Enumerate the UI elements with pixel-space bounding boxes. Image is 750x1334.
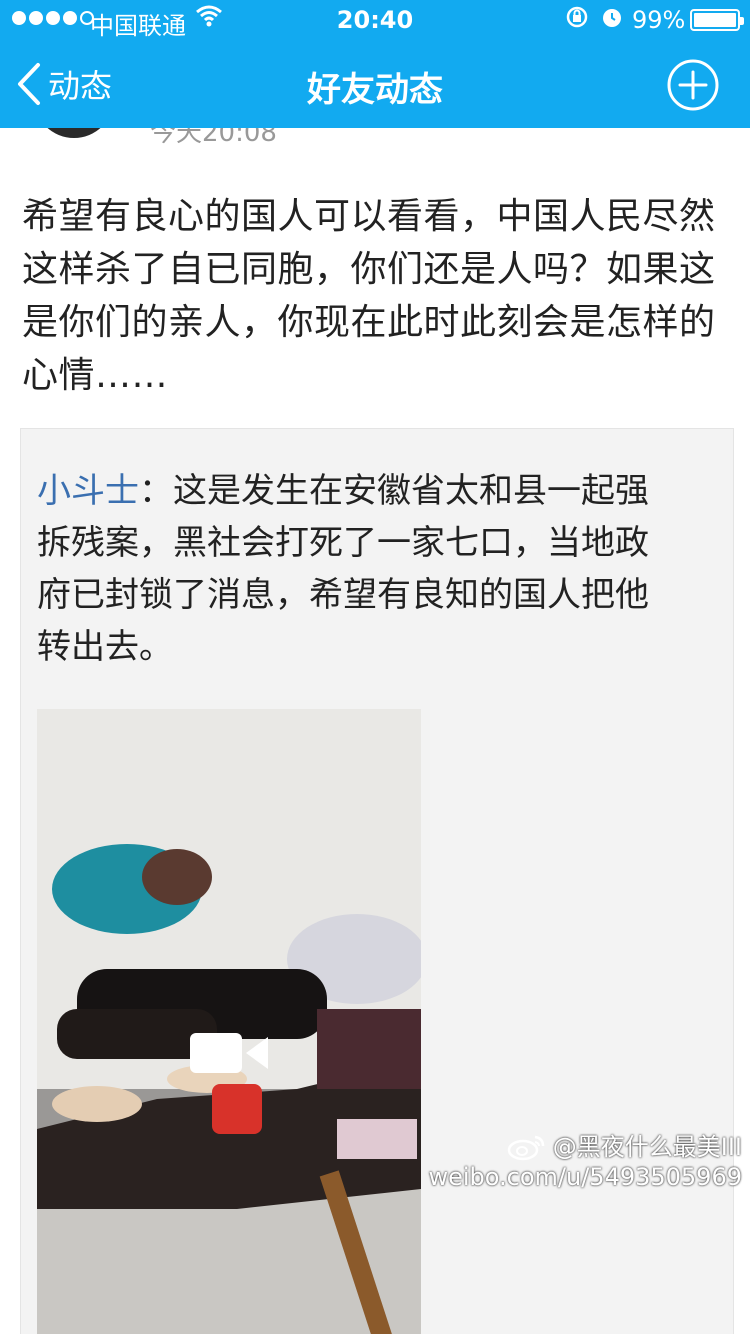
nav-bar: 动态 好友动态 (0, 40, 750, 128)
rotation-lock-icon (565, 5, 589, 35)
video-frame-image (37, 709, 421, 1334)
quoted-author-link[interactable]: 小斗士 (37, 471, 139, 511)
quoted-post-text: 小斗士：这是发生在安徽省太和县一起强拆残案，黑社会打死了一家七口，当地政府已封锁… (37, 465, 677, 673)
watermark-username: @黑夜什么最美III (552, 1133, 742, 1161)
video-thumbnail[interactable] (37, 709, 421, 1334)
plus-circle-icon[interactable] (666, 58, 720, 112)
quote-separator: ： (139, 471, 173, 511)
status-bar: 中国联通 20:40 99% (0, 0, 750, 40)
battery-icon (690, 9, 744, 31)
quoted-post[interactable]: 小斗士：这是发生在安徽省太和县一起强拆残案，黑社会打死了一家七口，当地政府已封锁… (20, 428, 734, 1334)
weibo-watermark: @黑夜什么最美III weibo.com/u/5493505969 (428, 1132, 742, 1192)
avatar[interactable] (34, 128, 114, 138)
page-title: 好友动态 (307, 70, 443, 110)
video-camera-icon (190, 1033, 268, 1073)
alarm-icon (600, 5, 624, 35)
post-text: 希望有良心的国人可以看看，中国人民尽然这样杀了自已同胞，你们还是人吗？如果这是你… (22, 196, 716, 396)
weibo-logo-icon (507, 1135, 545, 1161)
post-timestamp: 今天20:08 (150, 128, 277, 148)
battery-percent: 99% (632, 6, 686, 34)
watermark-url: weibo.com/u/5493505969 (428, 1163, 742, 1191)
